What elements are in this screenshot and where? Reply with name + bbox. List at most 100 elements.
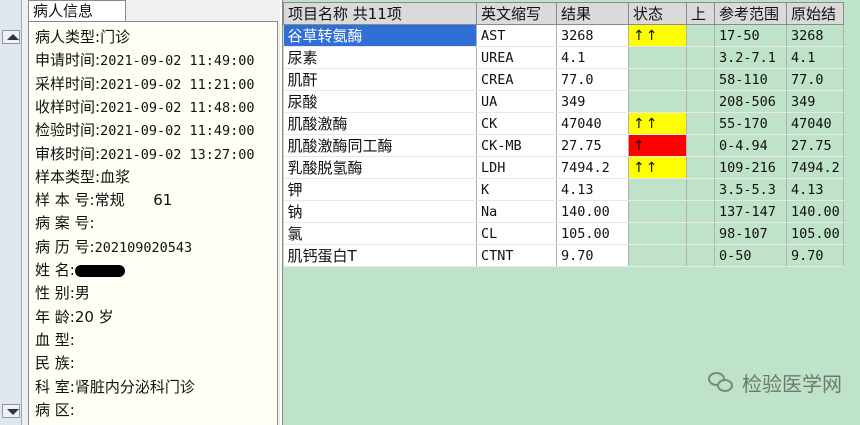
result-status-cell <box>628 200 687 223</box>
scroll-down-button[interactable] <box>2 404 20 418</box>
patient-info-row: 收样时间:2021-09-02 11:48:00 <box>35 96 255 119</box>
patient-field-value: 肾脏内分泌科门诊 <box>74 377 195 396</box>
result-name-cell: 钾 <box>283 178 477 201</box>
col-header-name[interactable]: 项目名称 共11项 <box>283 2 477 25</box>
left-side-strip <box>0 0 22 425</box>
result-name-cell: 肌酐 <box>283 68 477 91</box>
patient-info-row: 姓 名: <box>35 259 125 282</box>
patient-field-label: 样 本 号: <box>35 191 95 210</box>
result-orig-cell: 9.70 <box>786 244 844 267</box>
patient-field-value: 2021-09-02 13:27:00 <box>100 146 255 163</box>
result-value-cell: 140.00 <box>556 200 629 223</box>
table-row[interactable]: 氯 CL 105.00 98-107 105.00 <box>283 222 844 245</box>
result-status-cell: ↑ <box>628 134 687 157</box>
result-orig-cell: 140.00 <box>786 200 844 223</box>
result-upper-cell <box>686 178 715 201</box>
result-abbr-cell: Na <box>476 200 557 223</box>
result-ref-cell: 3.5-5.3 <box>714 178 787 201</box>
table-row[interactable]: 谷草转氨酶 AST 3268 ↑↑ 17-50 3268 <box>283 24 844 47</box>
result-orig-cell: 105.00 <box>786 222 844 245</box>
result-value-cell: 4.13 <box>556 178 629 201</box>
col-header-orig[interactable]: 原始结 <box>786 2 844 25</box>
result-name-cell: 尿素 <box>283 46 477 69</box>
result-status-cell <box>628 46 687 69</box>
result-value-cell: 77.0 <box>556 68 629 91</box>
patient-field-label: 申请时间: <box>35 51 101 70</box>
result-abbr-cell: CK-MB <box>476 134 557 157</box>
col-header-upper[interactable]: 上 <box>686 2 715 25</box>
col-header-result[interactable]: 结果 <box>556 2 629 25</box>
result-status-cell <box>628 222 687 245</box>
result-name-cell: 肌钙蛋白T <box>283 244 477 267</box>
patient-field-value: 20 岁 <box>74 307 114 326</box>
scroll-down-icon <box>7 409 19 415</box>
table-row[interactable]: 钠 Na 140.00 137-147 140.00 <box>283 200 844 223</box>
result-orig-cell: 4.13 <box>786 178 844 201</box>
patient-info-row: 年 龄:20 岁 <box>35 306 114 329</box>
result-value-cell: 7494.2 <box>556 156 629 179</box>
result-ref-cell: 3.2-7.1 <box>714 46 787 69</box>
patient-info-row: 性 别:男 <box>35 282 90 305</box>
result-name-cell: 氯 <box>283 222 477 245</box>
patient-field-label: 年 龄: <box>35 307 75 326</box>
patient-field-label: 检验时间: <box>35 121 101 140</box>
result-value-cell: 105.00 <box>556 222 629 245</box>
table-row[interactable]: 尿酸 UA 349 208-506 349 <box>283 90 844 113</box>
result-upper-cell <box>686 244 715 267</box>
table-row[interactable]: 肌酸激酶 CK 47040 ↑↑ 55-170 47040 <box>283 112 844 135</box>
patient-field-value: 2021-09-02 11:48:00 <box>100 99 255 116</box>
patient-field-value: 门诊 <box>100 28 131 46</box>
patient-field-label: 审核时间: <box>35 144 101 163</box>
results-table: 项目名称 共11项 英文缩写 结果 状态 上 参考范围 原始结 谷草转氨酶 AST… <box>283 2 844 267</box>
result-status-cell <box>628 90 687 113</box>
patient-field-label: 病人类型: <box>35 28 101 46</box>
result-ref-cell: 98-107 <box>714 222 787 245</box>
result-orig-cell: 47040 <box>786 112 844 135</box>
result-abbr-cell: UA <box>476 90 557 113</box>
table-row[interactable]: 肌酸激酶同工酶 CK-MB 27.75 ↑ 0-4.94 27.75 <box>283 134 844 157</box>
tab-patient-info[interactable]: 病人信息 <box>28 0 126 22</box>
patient-field-label: 民 族: <box>35 354 75 373</box>
patient-field-label: 样本类型: <box>35 167 101 186</box>
result-ref-cell: 0-50 <box>714 244 787 267</box>
result-orig-cell: 77.0 <box>786 68 844 91</box>
result-status-cell: ↑↑ <box>628 24 687 47</box>
result-upper-cell <box>686 90 715 113</box>
patient-field-label: 性 别: <box>35 284 75 303</box>
redacted-name-mark <box>74 264 125 277</box>
watermark: 检验医学网 <box>708 368 842 397</box>
table-row[interactable]: 肌酐 CREA 77.0 58-110 77.0 <box>283 68 844 91</box>
result-upper-cell <box>686 112 715 135</box>
result-ref-cell: 55-170 <box>714 112 787 135</box>
patient-info-row: 科 室:肾脏内分泌科门诊 <box>35 376 195 399</box>
table-row[interactable]: 乳酸脱氢酶 LDH 7494.2 ↑↑ 109-216 7494.2 <box>283 156 844 179</box>
result-upper-cell <box>686 156 715 179</box>
patient-field-label: 病 区: <box>35 400 75 419</box>
result-upper-cell <box>686 222 715 245</box>
patient-field-value: 2021-09-02 11:49:00 <box>100 123 255 140</box>
result-orig-cell: 3268 <box>786 24 844 47</box>
result-status-cell: ↑↑ <box>628 112 687 135</box>
col-header-abbr[interactable]: 英文缩写 <box>476 2 557 25</box>
col-header-ref[interactable]: 参考范围 <box>714 2 787 25</box>
result-orig-cell: 4.1 <box>786 46 844 69</box>
result-value-cell: 349 <box>556 90 629 113</box>
table-row[interactable]: 钾 K 4.13 3.5-5.3 4.13 <box>283 178 844 201</box>
patient-field-label: 病 案 号: <box>35 214 95 233</box>
scroll-up-button[interactable] <box>2 30 20 44</box>
result-ref-cell: 17-50 <box>714 24 787 47</box>
patient-info-row: 血 型: <box>35 329 75 352</box>
table-row[interactable]: 肌钙蛋白T CTNT 9.70 0-50 9.70 <box>283 244 844 267</box>
results-header-row: 项目名称 共11项 英文缩写 结果 状态 上 参考范围 原始结 <box>283 2 844 25</box>
patient-info-row: 样本类型:血浆 <box>35 166 130 189</box>
result-ref-cell: 109-216 <box>714 156 787 179</box>
patient-field-label: 科 室: <box>35 377 75 396</box>
result-abbr-cell: K <box>476 178 557 201</box>
result-upper-cell <box>686 24 715 47</box>
patient-field-label: 收样时间: <box>35 97 101 116</box>
table-row[interactable]: 尿素 UREA 4.1 3.2-7.1 4.1 <box>283 46 844 69</box>
patient-info-row: 检验时间:2021-09-02 11:49:00 <box>35 119 255 142</box>
result-name-cell: 谷草转氨酶 <box>283 24 477 47</box>
result-upper-cell <box>686 46 715 69</box>
col-header-status[interactable]: 状态 <box>628 2 687 25</box>
